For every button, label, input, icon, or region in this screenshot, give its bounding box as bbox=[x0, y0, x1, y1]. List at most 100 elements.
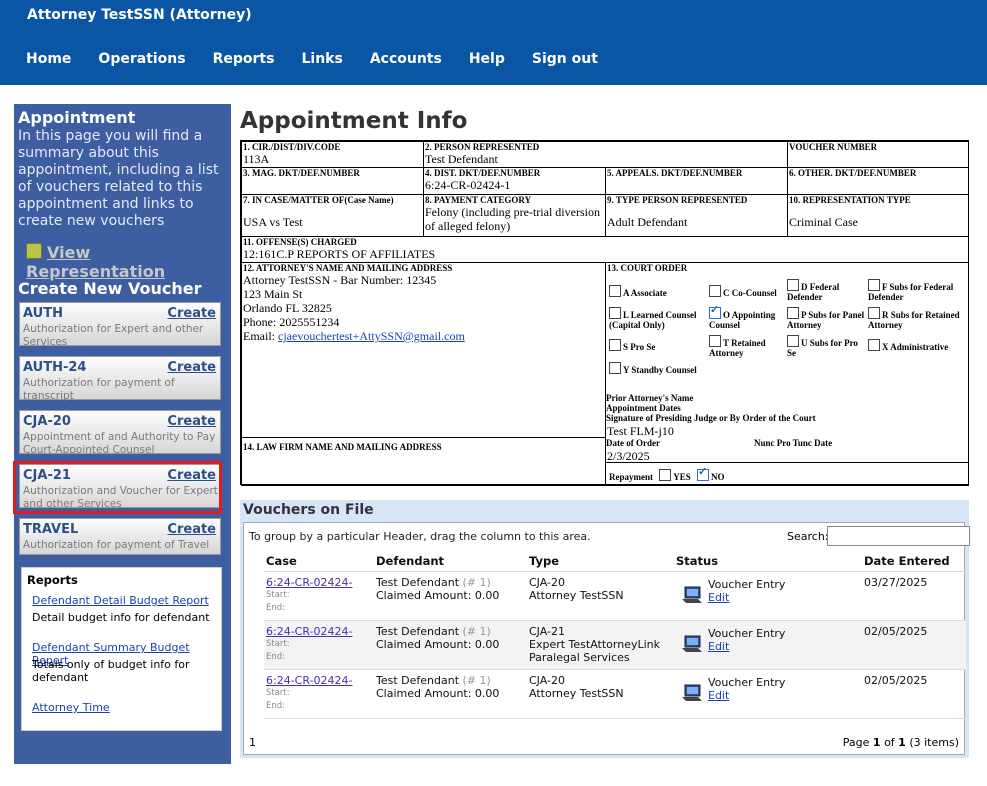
date-of-order-label: Date of Order bbox=[606, 438, 660, 448]
defendant-number: (# 1) bbox=[462, 576, 491, 589]
checkbox[interactable] bbox=[868, 339, 880, 351]
repayment-row: Repayment YES NO bbox=[609, 467, 725, 482]
field-other-dkt: 6. OTHER. DKT/DEF.NUMBER bbox=[787, 167, 969, 195]
create-travel-link[interactable]: Create bbox=[167, 522, 216, 537]
status-cell: Voucher Entry Edit bbox=[708, 676, 785, 702]
field-value: Test Defendant bbox=[425, 152, 498, 166]
create-auth-link[interactable]: Create bbox=[167, 306, 216, 321]
vouchers-on-file-panel: Vouchers on File To group by a particula… bbox=[240, 500, 970, 758]
nav-operations[interactable]: Operations bbox=[98, 51, 185, 67]
checkbox-checked[interactable] bbox=[709, 305, 721, 319]
field-representation-type: 10. REPRESENTATION TYPE Criminal Case bbox=[787, 194, 969, 237]
defendant-detail-budget-report-link[interactable]: Defendant Detail Budget Report bbox=[32, 594, 209, 607]
type-cell: CJA-20 Attorney TestSSN bbox=[529, 576, 624, 602]
field-value: USA vs Test bbox=[243, 215, 303, 229]
option-u-subs-pro-se[interactable]: U Subs for Pro Se bbox=[787, 335, 867, 358]
option-x-administrative[interactable]: X Administrative bbox=[868, 339, 948, 352]
defendant-number: (# 1) bbox=[462, 625, 491, 638]
case-cell: 6:24-CR-02424- Start: End: bbox=[266, 625, 352, 664]
column-header-date-entered[interactable]: Date Entered bbox=[864, 554, 950, 568]
checkbox[interactable] bbox=[868, 279, 880, 291]
case-link[interactable]: 6:24-CR-02424- bbox=[266, 576, 352, 589]
option-o-appointing-counsel[interactable]: O Appointing Counsel bbox=[709, 305, 785, 330]
checkbox[interactable] bbox=[709, 335, 721, 347]
create-cja-20-link[interactable]: Create bbox=[167, 414, 216, 429]
claimed-amount: Claimed Amount: 0.00 bbox=[376, 589, 500, 602]
checkbox[interactable] bbox=[609, 362, 621, 374]
column-header-defendant[interactable]: Defendant bbox=[376, 554, 444, 568]
field-mag-dkt: 3. MAG. DKT/DEF.NUMBER bbox=[241, 167, 424, 195]
option-label: A Associate bbox=[623, 288, 667, 298]
status-cell: Voucher Entry Edit bbox=[708, 627, 785, 653]
option-l-learned-counsel[interactable]: L Learned Counsel (Capital Only) bbox=[609, 307, 709, 330]
checkbox[interactable] bbox=[609, 339, 621, 351]
create-auth-24-link[interactable]: Create bbox=[167, 360, 216, 375]
checkbox[interactable] bbox=[787, 307, 799, 319]
field-person-represented: 2. PERSON REPRESENTED Test Defendant bbox=[423, 141, 788, 168]
checkbox[interactable] bbox=[787, 279, 799, 291]
option-f-subs-federal-defender[interactable]: F Subs for Federal Defender bbox=[868, 279, 966, 302]
option-label: Y Standby Counsel bbox=[623, 365, 697, 375]
checkbox[interactable] bbox=[868, 307, 880, 319]
voucher-card-auth: AUTH Create Authorization for Expert and… bbox=[19, 302, 221, 348]
field-value: 12:161C.P REPORTS OF AFFILIATES bbox=[243, 247, 436, 261]
checkbox[interactable] bbox=[709, 285, 721, 297]
date-cell: 03/27/2025 bbox=[864, 576, 928, 589]
voucher-type: CJA-20 bbox=[529, 576, 565, 589]
nav-home[interactable]: Home bbox=[26, 51, 71, 67]
nav-reports[interactable]: Reports bbox=[213, 51, 275, 67]
option-y-standby-counsel[interactable]: Y Standby Counsel bbox=[609, 362, 697, 375]
voucher-description: Authorization for payment of transcript bbox=[23, 377, 175, 402]
case-link[interactable]: 6:24-CR-02424- bbox=[266, 625, 352, 638]
defendant-cell: Test Defendant (# 1) Claimed Amount: 0.0… bbox=[376, 674, 499, 700]
checkbox[interactable] bbox=[787, 335, 799, 347]
search-input[interactable] bbox=[827, 526, 970, 546]
field-value: 6:24-CR-02424-1 bbox=[425, 178, 511, 192]
column-header-case[interactable]: Case bbox=[266, 554, 297, 568]
option-r-subs-retained-attorney[interactable]: R Subs for Retained Attorney bbox=[868, 307, 966, 330]
option-d-federal-defender[interactable]: D Federal Defender bbox=[787, 279, 865, 302]
edit-link[interactable]: Edit bbox=[708, 640, 785, 653]
attorney-city-line: Orlando FL 32825 bbox=[243, 301, 332, 315]
repayment-no-checkbox[interactable] bbox=[697, 467, 710, 481]
checkbox[interactable] bbox=[609, 307, 621, 319]
option-s-pro-se[interactable]: S Pro Se bbox=[609, 339, 655, 352]
nav-sign-out[interactable]: Sign out bbox=[532, 51, 598, 67]
pager-page-number[interactable]: 1 bbox=[249, 736, 256, 749]
column-header-type[interactable]: Type bbox=[529, 554, 559, 568]
repayment-yes-checkbox[interactable] bbox=[659, 469, 672, 481]
field-value: 113A bbox=[243, 152, 270, 166]
view-representation-link[interactable]: View Representation bbox=[26, 243, 231, 281]
edit-link[interactable]: Edit bbox=[708, 591, 785, 604]
date-of-order-value: 2/3/2025 bbox=[607, 449, 650, 463]
nav-accounts[interactable]: Accounts bbox=[370, 51, 442, 67]
option-p-subs-panel-attorney[interactable]: P Subs for Panel Attorney bbox=[787, 307, 867, 330]
column-header-status[interactable]: Status bbox=[676, 554, 718, 568]
checkbox[interactable] bbox=[609, 285, 621, 297]
field-court-order: 13. COURT ORDER A Associate C Co-Counsel… bbox=[605, 262, 969, 486]
field-label: 3. MAG. DKT/DEF.NUMBER bbox=[243, 168, 360, 178]
option-label: X Administrative bbox=[882, 342, 949, 352]
representation-icon bbox=[26, 243, 42, 259]
option-t-retained-attorney[interactable]: T Retained Attorney bbox=[709, 335, 785, 358]
top-header: Attorney TestSSN (Attorney) Home Operati… bbox=[0, 0, 987, 85]
group-by-hint: To group by a particular Header, drag th… bbox=[249, 530, 591, 543]
end-label: End: bbox=[266, 652, 286, 662]
nav-links[interactable]: Links bbox=[301, 51, 342, 67]
field-voucher-number: VOUCHER NUMBER bbox=[787, 141, 969, 168]
option-a-associate[interactable]: A Associate bbox=[609, 285, 667, 298]
case-cell: 6:24-CR-02424- Start: End: bbox=[266, 576, 352, 615]
attorney-time-link[interactable]: Attorney Time bbox=[32, 701, 110, 714]
attorney-email-link[interactable]: cjaevouchertest+AttySSN@gmail.com bbox=[278, 329, 465, 343]
pager-items: (3 items) bbox=[909, 736, 959, 749]
option-c-co-counsel[interactable]: C Co-Counsel bbox=[709, 285, 777, 298]
defendant-name: Test Defendant bbox=[376, 576, 460, 589]
start-label: Start: bbox=[266, 639, 290, 649]
nav-help[interactable]: Help bbox=[469, 51, 505, 67]
edit-link[interactable]: Edit bbox=[708, 689, 785, 702]
case-link[interactable]: 6:24-CR-02424- bbox=[266, 674, 352, 687]
voucher-type: CJA-21 bbox=[529, 625, 565, 638]
field-offenses-charged: 11. OFFENSE(S) CHARGED 12:161C.P REPORTS… bbox=[241, 236, 969, 263]
date-cell: 02/05/2025 bbox=[864, 625, 928, 638]
attorney-phone-line: Phone: 2025551234 bbox=[243, 315, 340, 329]
